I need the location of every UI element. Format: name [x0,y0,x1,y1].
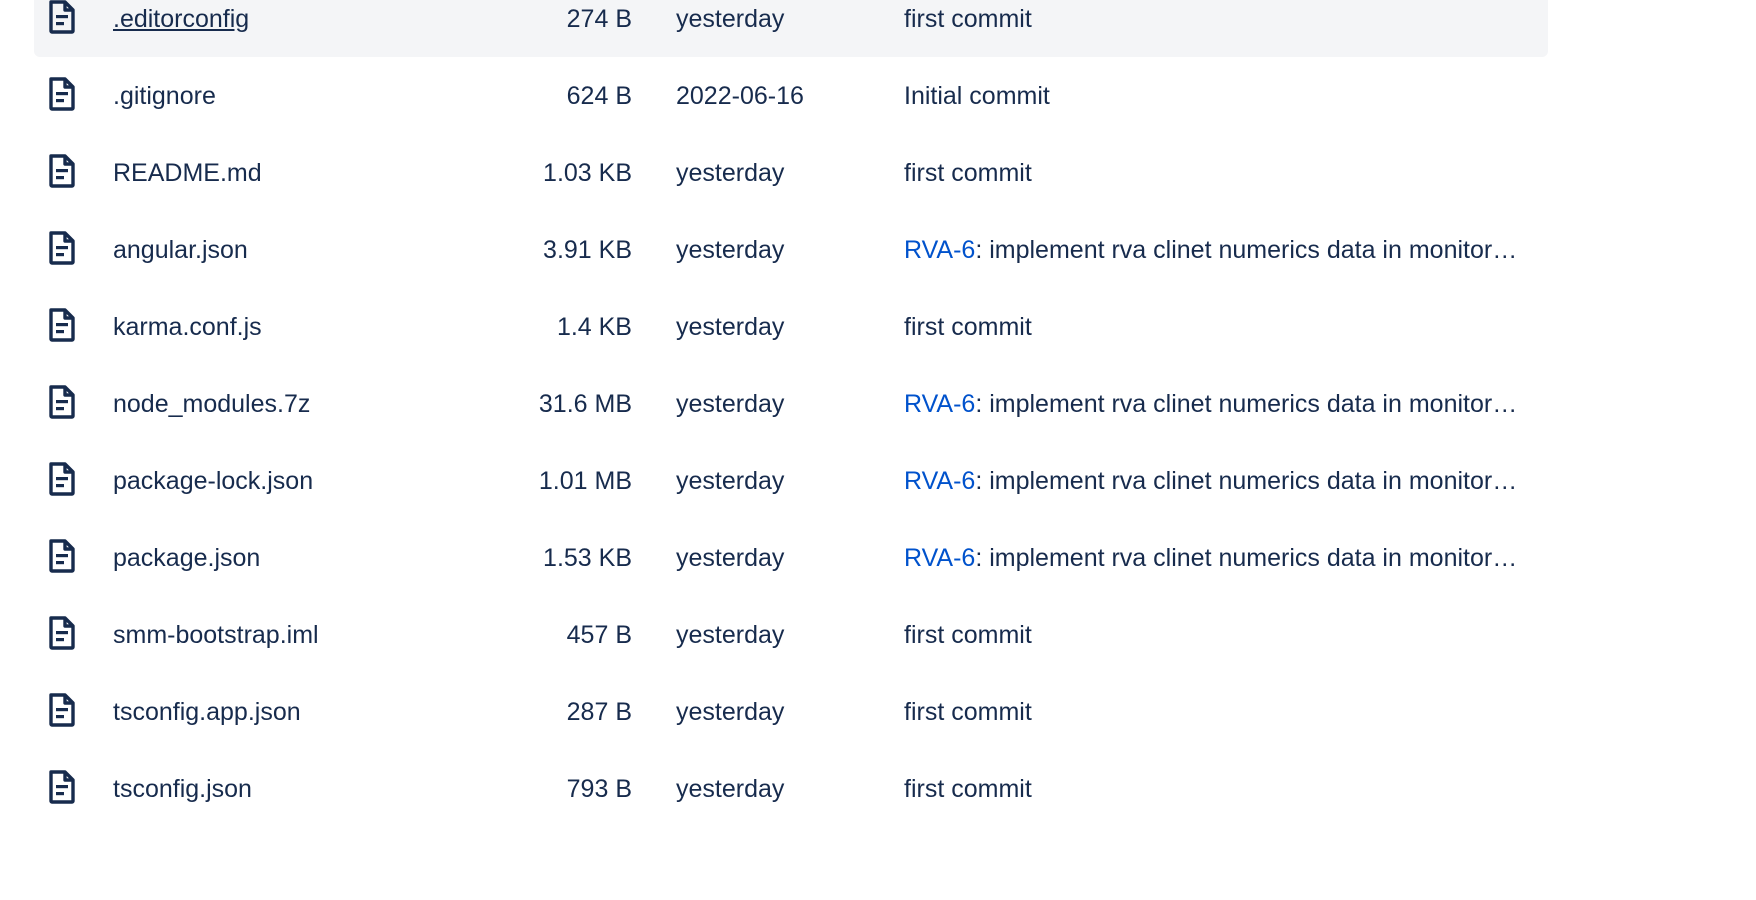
commit-message-text: first commit [904,313,1032,341]
file-size: 31.6 MB [538,390,632,418]
issue-link[interactable]: RVA-6 [904,236,975,264]
file-size: 457 B [566,621,632,649]
commit-message: first commit [904,697,1538,727]
file-modified-date: yesterday [676,236,785,264]
file-name-link[interactable]: smm-bootstrap.iml [113,620,319,650]
file-size: 1.01 MB [538,467,632,495]
commit-message: first commit [904,620,1538,650]
file-row[interactable]: karma.conf.js 1.4 KB yesterday first com… [34,288,1548,365]
file-name-link[interactable]: package.json [113,543,260,573]
file-size: 1.4 KB [556,313,632,341]
commit-message-text: first commit [904,698,1032,726]
commit-message: first commit [904,774,1538,804]
issue-link[interactable]: RVA-6 [904,544,975,572]
file-modified-date: yesterday [676,698,785,726]
commit-message-text: : implement rva clinet numerics data in … [975,544,1518,572]
file-size: 3.91 KB [543,236,632,264]
file-size: 793 B [566,775,632,803]
issue-link[interactable]: RVA-6 [904,390,975,418]
file-icon [48,539,76,573]
commit-message: RVA-6: implement rva clinet numerics dat… [904,235,1538,265]
file-icon [48,693,76,727]
file-icon [48,0,76,34]
commit-message: first commit [904,4,1538,34]
file-icon [48,462,76,496]
file-name-link[interactable]: tsconfig.app.json [113,697,301,727]
commit-message-text: first commit [904,5,1032,33]
file-row[interactable]: package.json 1.53 KB yesterday RVA-6: im… [34,519,1548,596]
file-icon [48,308,76,342]
file-row[interactable]: angular.json 3.91 KB yesterday RVA-6: im… [34,211,1548,288]
commit-message-text: : implement rva clinet numerics data in … [975,236,1518,264]
file-row[interactable]: node_modules.7z 31.6 MB yesterday RVA-6:… [34,365,1548,442]
file-row[interactable]: .editorconfig 274 B yesterday first comm… [34,0,1548,57]
file-size: 274 B [566,5,632,33]
file-modified-date: yesterday [676,544,785,572]
commit-message-text: Initial commit [904,82,1050,110]
file-modified-date: yesterday [676,159,785,187]
file-row[interactable]: smm-bootstrap.iml 457 B yesterday first … [34,596,1548,673]
file-modified-date: yesterday [676,467,785,495]
commit-message: RVA-6: implement rva clinet numerics dat… [904,543,1538,573]
file-name-link[interactable]: tsconfig.json [113,774,252,804]
file-name-link[interactable]: node_modules.7z [113,389,310,419]
commit-message-text: first commit [904,159,1032,187]
file-icon [48,231,76,265]
commit-message-text: first commit [904,621,1032,649]
file-row[interactable]: tsconfig.json 793 B yesterday first comm… [34,750,1548,827]
file-row[interactable]: README.md 1.03 KB yesterday first commit [34,134,1548,211]
issue-link[interactable]: RVA-6 [904,467,975,495]
file-list: .editorconfig 274 B yesterday first comm… [34,0,1548,827]
file-modified-date: yesterday [676,313,785,341]
file-name-link[interactable]: package-lock.json [113,466,313,496]
file-modified-date: yesterday [676,390,785,418]
file-name-link[interactable]: .gitignore [113,81,216,111]
file-icon [48,77,76,111]
commit-message-text: : implement rva clinet numerics data in … [975,467,1518,495]
file-name-link[interactable]: .editorconfig [113,4,249,34]
commit-message: Initial commit [904,81,1538,111]
file-size: 1.53 KB [543,544,632,572]
commit-message-text: first commit [904,775,1032,803]
file-name-link[interactable]: README.md [113,158,262,188]
file-icon [48,154,76,188]
file-name-link[interactable]: karma.conf.js [113,312,262,342]
commit-message-text: : implement rva clinet numerics data in … [975,390,1518,418]
file-row[interactable]: package-lock.json 1.01 MB yesterday RVA-… [34,442,1548,519]
file-name-link[interactable]: angular.json [113,235,248,265]
file-size: 1.03 KB [543,159,632,187]
commit-message: first commit [904,158,1538,188]
file-modified-date: yesterday [676,621,785,649]
file-row[interactable]: tsconfig.app.json 287 B yesterday first … [34,673,1548,750]
file-icon [48,770,76,804]
file-size: 624 B [566,82,632,110]
commit-message: RVA-6: implement rva clinet numerics dat… [904,389,1538,419]
file-size: 287 B [566,698,632,726]
file-modified-date: 2022-06-16 [676,82,804,110]
commit-message: first commit [904,312,1538,342]
file-icon [48,385,76,419]
file-modified-date: yesterday [676,5,785,33]
file-icon [48,616,76,650]
commit-message: RVA-6: implement rva clinet numerics dat… [904,466,1538,496]
file-row[interactable]: .gitignore 624 B 2022-06-16 Initial comm… [34,57,1548,134]
file-modified-date: yesterday [676,775,785,803]
